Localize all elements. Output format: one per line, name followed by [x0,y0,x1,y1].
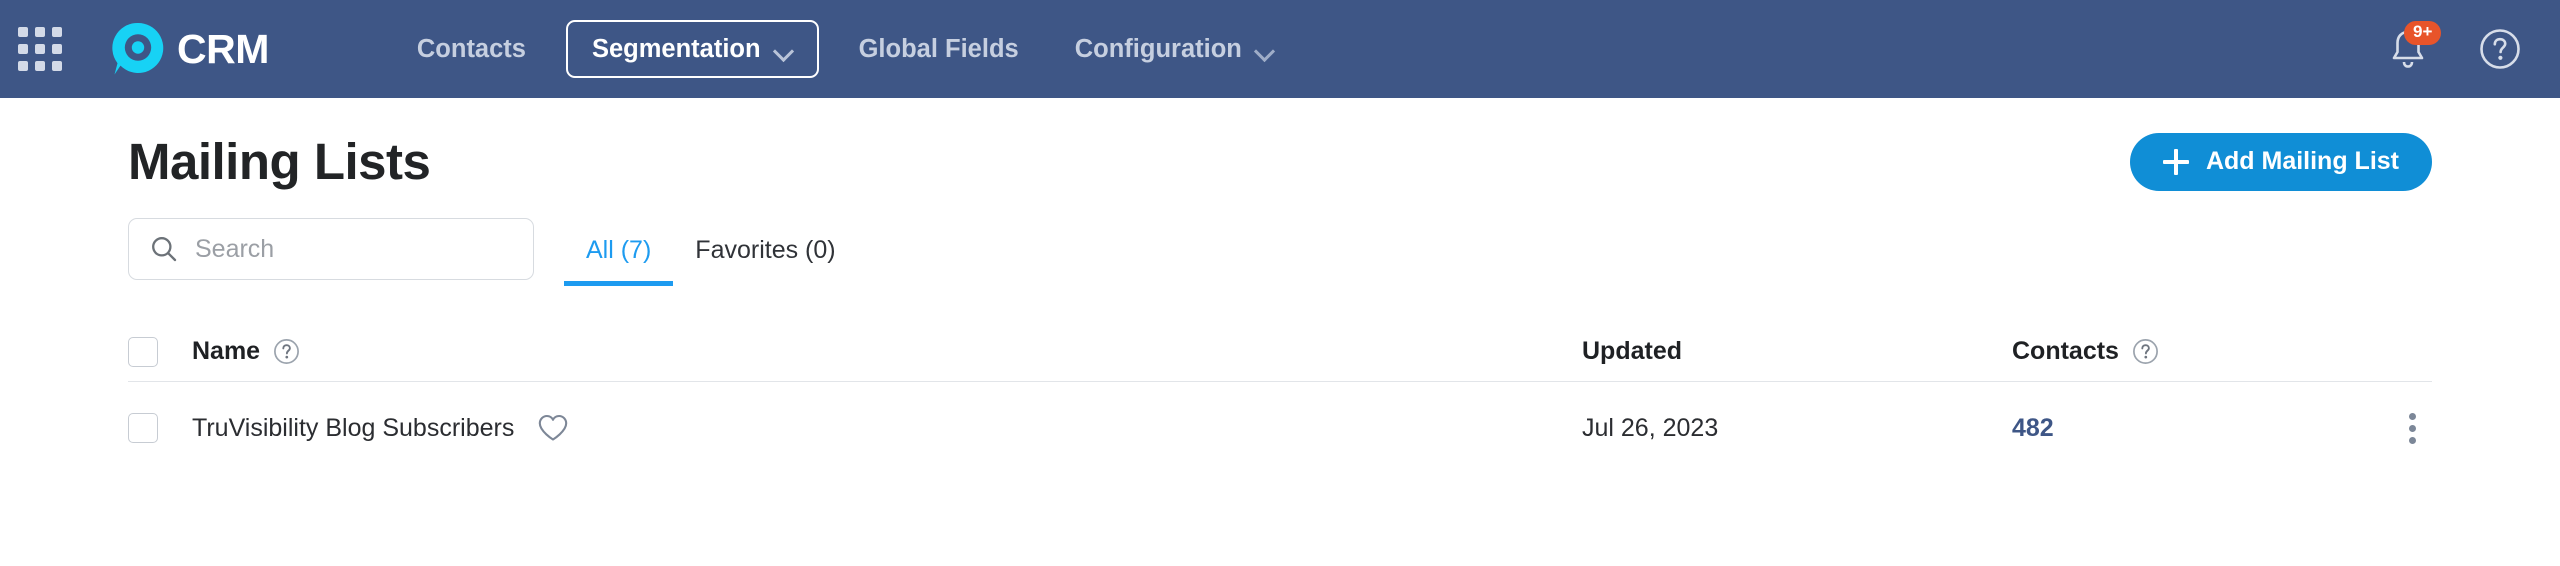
nav-item-label: Segmentation [591,34,761,63]
updated-date: Jul 26, 2023 [1582,413,1719,442]
heart-outline-icon[interactable] [537,413,569,443]
help-circle-icon[interactable] [2132,338,2159,365]
notifications-button[interactable]: 9+ [2386,21,2442,73]
row-name-cell: TruVisibility Blog Subscribers [192,413,1582,443]
nav-item-label: Configuration [1074,34,1242,63]
row-select-cell [128,413,192,443]
filters-row: All (7) Favorites (0) [128,218,2432,286]
kebab-dot [2408,412,2416,420]
truvisibility-logo-icon [109,20,167,78]
top-bar-actions: 9+ [2386,21,2522,73]
chevron-down-icon [775,44,793,54]
nav-item-label: Global Fields [858,34,1019,63]
search-icon [149,234,179,264]
add-mailing-list-label: Add Mailing List [2205,147,2399,175]
contacts-count[interactable]: 482 [2012,414,2054,442]
column-header-contacts-label: Contacts [2012,337,2119,365]
search-input[interactable] [195,234,513,264]
nav-item-segmentation[interactable]: Segmentation [565,20,819,78]
page-header: Mailing Lists Add Mailing List [128,98,2432,191]
tab-favorites-label: Favorites (0) [695,236,836,264]
brand-name: CRM [177,25,269,72]
mailing-lists-table: Name Updated Contacts TruVisibility Blog… [128,322,2432,474]
help-circle-icon[interactable] [2478,27,2522,71]
kebab-menu-icon[interactable] [2392,406,2432,450]
row-updated-cell: Jul 26, 2023 [1582,414,2012,443]
grid-dot [35,27,45,37]
select-all-cell [128,336,192,367]
grid-dot [52,44,62,54]
grid-dot [35,44,45,54]
kebab-dot [2408,436,2416,444]
grid-dot [52,61,62,71]
column-header-name-label: Name [192,337,261,365]
tab-favorites[interactable]: Favorites (0) [673,222,857,286]
chevron-down-icon [1256,44,1274,54]
grid-dot [18,61,28,71]
mailing-list-name[interactable]: TruVisibility Blog Subscribers [192,414,514,443]
table-header-row: Name Updated Contacts [128,322,2432,382]
notification-badge: 9+ [2404,21,2442,45]
nav-item-contacts[interactable]: Contacts [389,0,554,98]
add-mailing-list-button[interactable]: Add Mailing List [2129,132,2432,191]
nav-item-label: Contacts [416,34,526,63]
column-header-contacts[interactable]: Contacts [2012,337,2342,366]
row-contacts-cell: 482 [2012,414,2342,443]
plus-icon [2162,148,2189,175]
help-circle-icon[interactable] [273,338,300,365]
column-header-updated[interactable]: Updated [1582,337,2012,366]
select-all-checkbox[interactable] [128,336,158,367]
brand-logo-link[interactable]: CRM [109,20,269,78]
nav-item-global-fields[interactable]: Global Fields [831,0,1047,98]
page-title: Mailing Lists [128,133,431,190]
nav-item-configuration[interactable]: Configuration [1047,0,1302,98]
row-actions-cell [2342,406,2432,450]
main-nav: Contacts Segmentation Global Fields Conf… [389,0,1302,98]
column-header-name[interactable]: Name [192,337,1582,366]
tab-all[interactable]: All (7) [564,222,674,286]
grid-apps-icon[interactable] [18,27,62,71]
search-box[interactable] [128,218,534,280]
column-header-updated-label: Updated [1582,337,1682,365]
list-filter-tabs: All (7) Favorites (0) [564,222,858,286]
row-checkbox[interactable] [128,413,158,443]
grid-dot [18,44,28,54]
grid-dot [35,61,45,71]
top-navigation-bar: CRM Contacts Segmentation Global Fields … [0,0,2560,98]
main-content: Mailing Lists Add Mailing List All (7) F… [0,98,2560,474]
table-row[interactable]: TruVisibility Blog Subscribers Jul 26, 2… [128,382,2432,474]
grid-dot [18,27,28,37]
grid-dot [52,27,62,37]
tab-all-label: All (7) [586,236,652,264]
kebab-dot [2408,424,2416,432]
